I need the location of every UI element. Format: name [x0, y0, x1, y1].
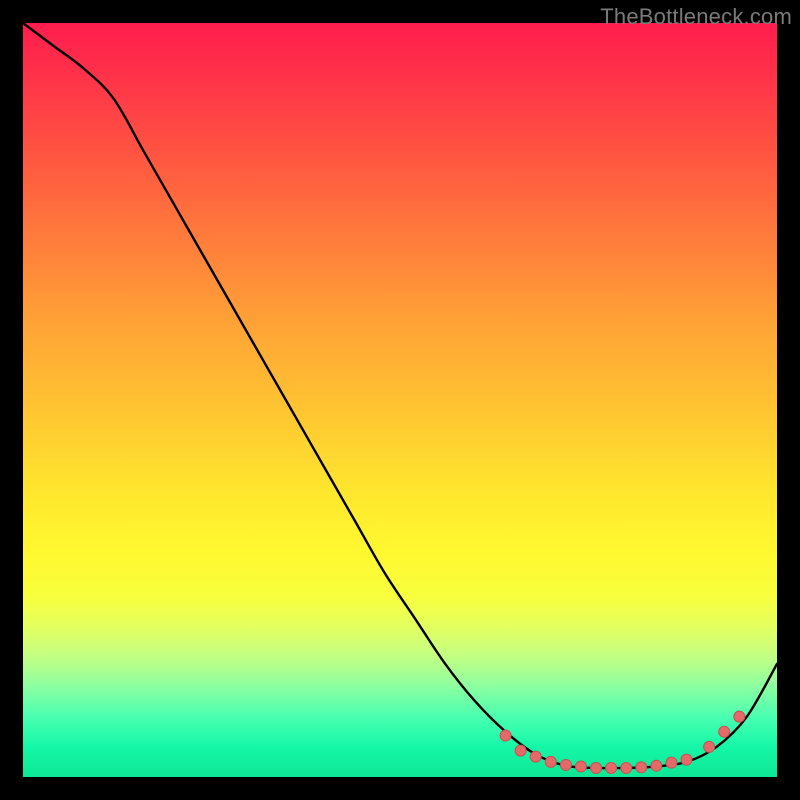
marker-dot [515, 745, 526, 756]
chart-svg [23, 23, 777, 777]
plot-area [23, 23, 777, 777]
marker-dot [621, 762, 632, 773]
marker-dot [560, 759, 571, 770]
marker-dot [666, 757, 677, 768]
chart-frame: TheBottleneck.com [0, 0, 800, 800]
marker-dot [651, 760, 662, 771]
marker-dot [575, 761, 586, 772]
marker-dot [681, 754, 692, 765]
marker-dot [530, 751, 541, 762]
marker-dot [719, 726, 730, 737]
marker-dot [545, 756, 556, 767]
marker-dot [591, 762, 602, 773]
curve-markers [500, 711, 745, 773]
marker-dot [500, 730, 511, 741]
curve-line [23, 23, 777, 768]
marker-dot [636, 762, 647, 773]
marker-dot [734, 711, 745, 722]
marker-dot [606, 762, 617, 773]
marker-dot [704, 741, 715, 752]
watermark-text: TheBottleneck.com [600, 4, 792, 30]
